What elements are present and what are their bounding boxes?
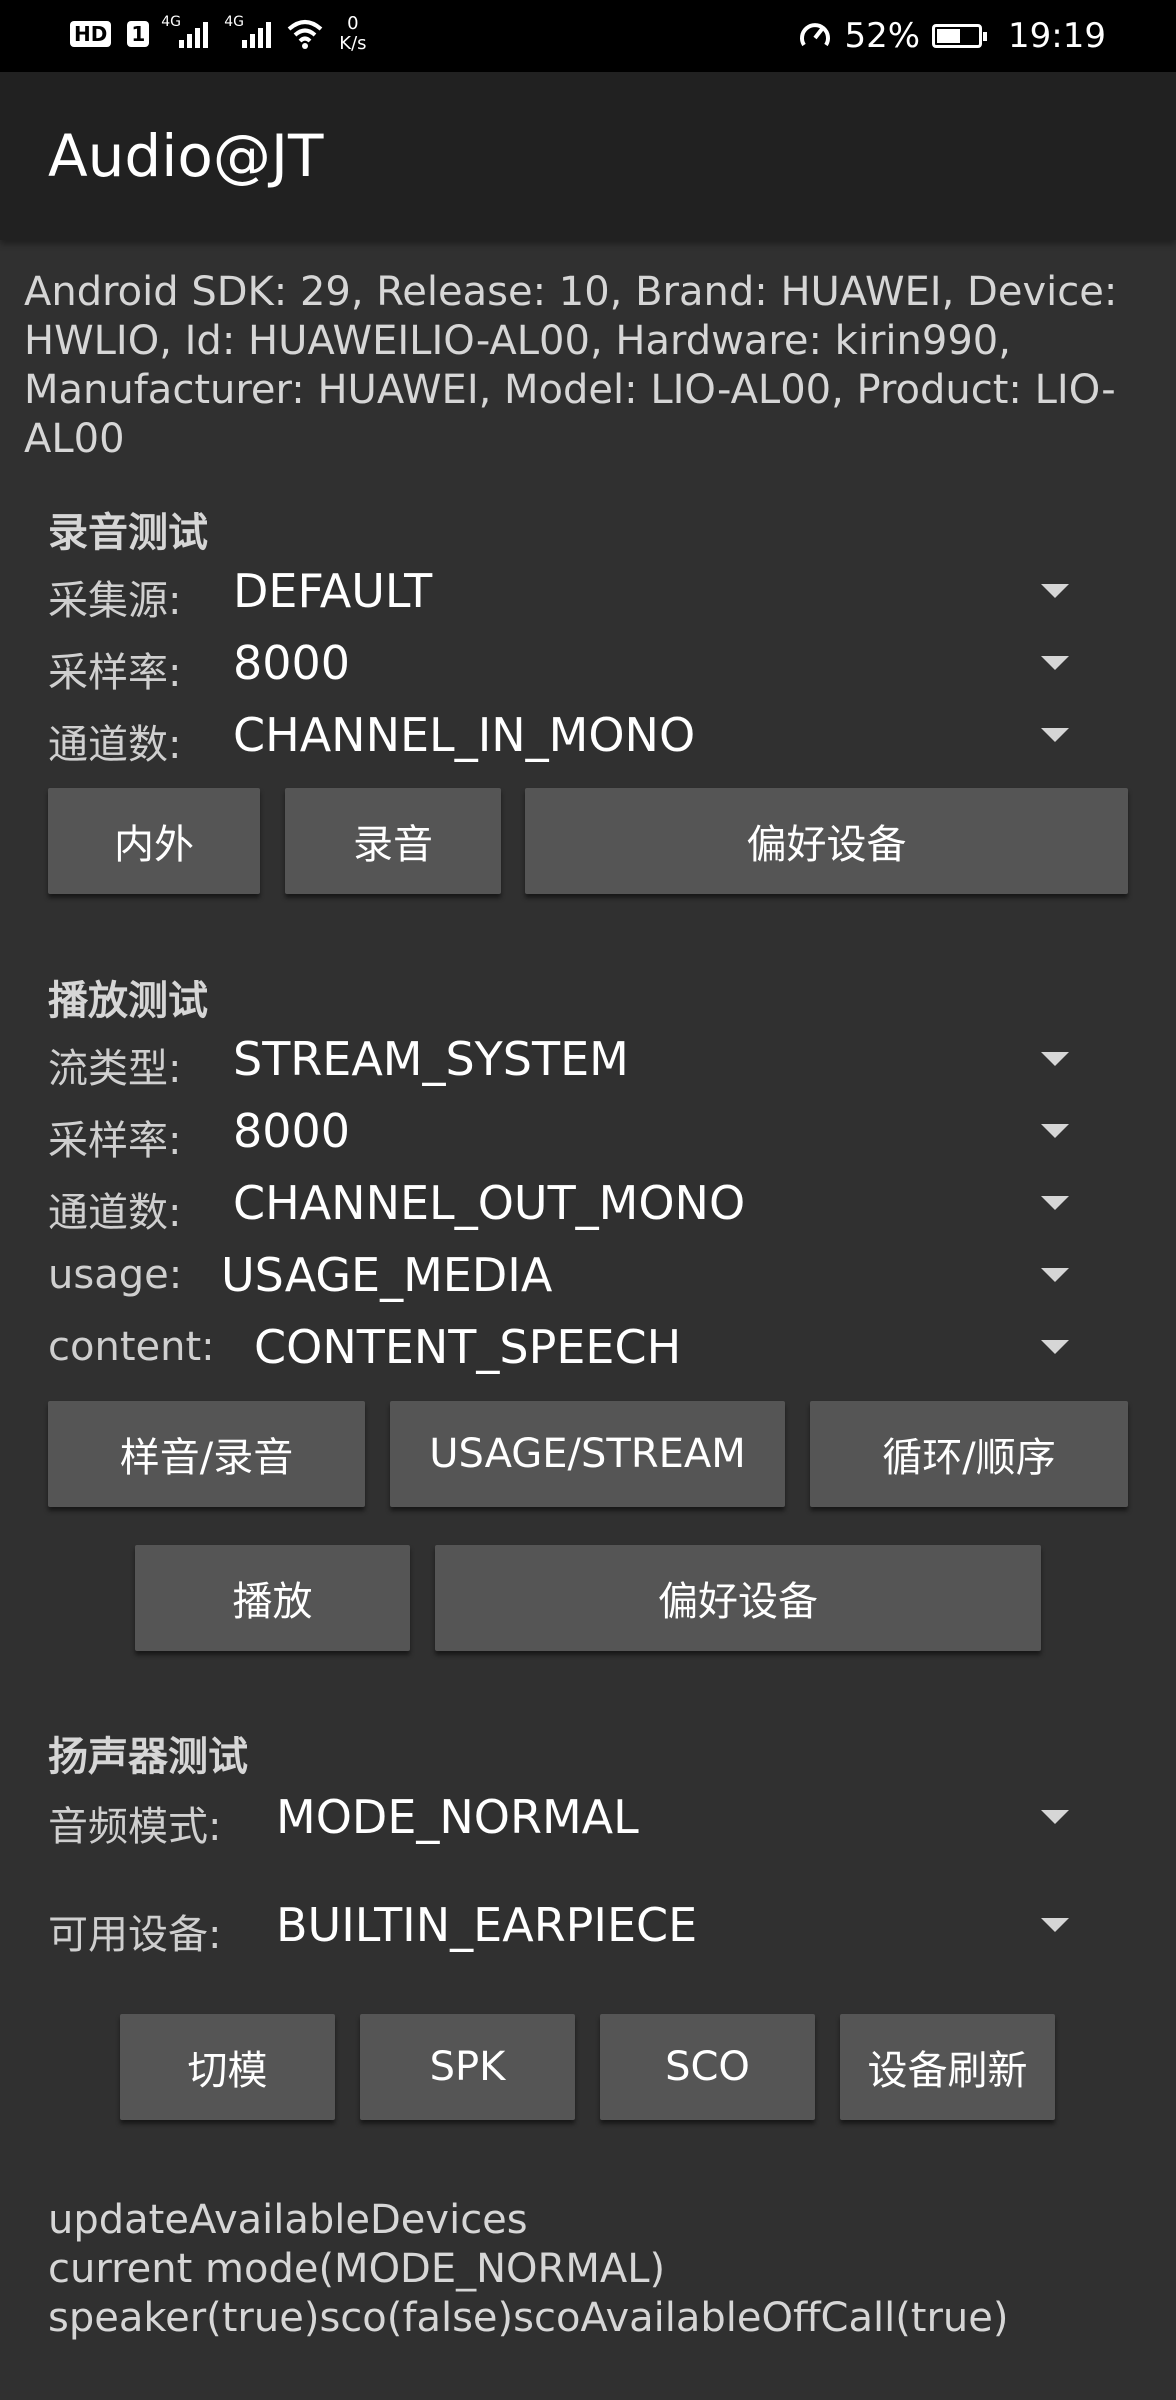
- dropdown-arrow-icon[interactable]: [1041, 1196, 1069, 1210]
- record-channel-label: 通道数:: [48, 722, 182, 768]
- sample-record-button[interactable]: 样音/录音: [48, 1401, 365, 1507]
- usage-label: usage:: [48, 1252, 183, 1298]
- dropdown-arrow-icon[interactable]: [1041, 1340, 1069, 1354]
- log-output: updateAvailableDevices current mode(MODE…: [48, 2196, 1009, 2343]
- record-samplerate-label: 采样率:: [48, 650, 182, 696]
- playback-samplerate-label: 采样率:: [48, 1118, 182, 1164]
- network-type-label: 4G: [161, 14, 182, 30]
- playback-channel-label: 通道数:: [48, 1190, 182, 1236]
- playback-channel-spinner[interactable]: 通道数: CHANNEL_OUT_MONO: [48, 1168, 1128, 1238]
- hd-icon: HD: [70, 21, 112, 47]
- sim-icon: 1: [127, 21, 150, 47]
- audio-mode-label: 音频模式:: [48, 1804, 222, 1850]
- usage-value[interactable]: USAGE_MEDIA: [221, 1248, 552, 1302]
- battery-charging-icon: [932, 24, 988, 48]
- content-spinner[interactable]: content: CONTENT_SPEECH: [48, 1312, 1128, 1382]
- app-title: Audio@JT: [48, 122, 324, 190]
- stream-type-spinner[interactable]: 流类型: STREAM_SYSTEM: [48, 1024, 1128, 1094]
- wifi-icon: [287, 20, 323, 49]
- log-line: speaker(true)sco(false)scoAvailableOffCa…: [48, 2295, 1009, 2341]
- record-samplerate-spinner[interactable]: 采样率: 8000: [48, 628, 1128, 698]
- battery-percent: 52%: [844, 16, 921, 56]
- record-source-spinner[interactable]: 采集源: DEFAULT: [48, 556, 1128, 626]
- usage-stream-button[interactable]: USAGE/STREAM: [390, 1401, 785, 1507]
- usage-spinner[interactable]: usage: USAGE_MEDIA: [48, 1240, 1128, 1310]
- network-speed: 0 K/s: [339, 14, 366, 54]
- network-speed-unit: K/s: [339, 33, 367, 54]
- app-bar: Audio@JT: [0, 72, 1176, 240]
- dropdown-arrow-icon[interactable]: [1041, 728, 1069, 742]
- dropdown-arrow-icon[interactable]: [1041, 1810, 1069, 1824]
- content-label: content:: [48, 1324, 215, 1370]
- status-left: HD 1 4G 4G 0 K/s: [70, 14, 367, 54]
- signal-icon: 4G: [161, 14, 209, 48]
- record-preferred-device-button[interactable]: 偏好设备: [525, 788, 1128, 894]
- stream-type-value[interactable]: STREAM_SYSTEM: [233, 1032, 629, 1086]
- loop-order-button[interactable]: 循环/顺序: [810, 1401, 1128, 1507]
- dropdown-arrow-icon[interactable]: [1041, 656, 1069, 670]
- speaker-section-title: 扬声器测试: [48, 1734, 248, 1780]
- speedometer-icon: [800, 23, 831, 47]
- dropdown-arrow-icon[interactable]: [1041, 1918, 1069, 1932]
- sco-button[interactable]: SCO: [600, 2014, 815, 2120]
- audio-mode-value[interactable]: MODE_NORMAL: [276, 1790, 639, 1844]
- dropdown-arrow-icon[interactable]: [1041, 1052, 1069, 1066]
- playback-section-title: 播放测试: [48, 978, 208, 1024]
- log-line: current mode(MODE_NORMAL): [48, 2246, 666, 2292]
- playback-preferred-device-button[interactable]: 偏好设备: [435, 1545, 1041, 1651]
- battery-level: [937, 29, 960, 43]
- playback-samplerate-value[interactable]: 8000: [233, 1104, 350, 1158]
- spk-button[interactable]: SPK: [360, 2014, 575, 2120]
- available-devices-label: 可用设备:: [48, 1912, 222, 1958]
- playback-channel-value[interactable]: CHANNEL_OUT_MONO: [233, 1176, 745, 1230]
- content-value[interactable]: CONTENT_SPEECH: [254, 1320, 681, 1374]
- record-channel-spinner[interactable]: 通道数: CHANNEL_IN_MONO: [48, 700, 1128, 770]
- record-source-label: 采集源:: [48, 578, 182, 624]
- play-button[interactable]: 播放: [135, 1545, 410, 1651]
- device-info-text: Android SDK: 29, Release: 10, Brand: HUA…: [24, 269, 1118, 462]
- dropdown-arrow-icon[interactable]: [1041, 1124, 1069, 1138]
- status-right: 52% 19:19: [798, 16, 1106, 56]
- available-devices-value[interactable]: BUILTIN_EARPIECE: [276, 1898, 697, 1952]
- record-section-title: 录音测试: [48, 510, 208, 556]
- dropdown-arrow-icon[interactable]: [1041, 1268, 1069, 1282]
- record-source-value[interactable]: DEFAULT: [233, 564, 432, 618]
- refresh-devices-button[interactable]: 设备刷新: [840, 2014, 1055, 2120]
- playback-samplerate-spinner[interactable]: 采样率: 8000: [48, 1096, 1128, 1166]
- stream-type-label: 流类型:: [48, 1046, 182, 1092]
- dropdown-arrow-icon[interactable]: [1041, 584, 1069, 598]
- log-line: updateAvailableDevices: [48, 2197, 528, 2243]
- clock: 19:19: [1008, 16, 1106, 56]
- network-type-label: 4G: [224, 14, 245, 30]
- status-bar: HD 1 4G 4G 0 K/s 52% 19:19: [0, 0, 1176, 72]
- record-samplerate-value[interactable]: 8000: [233, 636, 350, 690]
- inner-outer-button[interactable]: 内外: [48, 788, 260, 894]
- available-devices-spinner[interactable]: 可用设备: BUILTIN_EARPIECE: [48, 1890, 1128, 1960]
- record-channel-value[interactable]: CHANNEL_IN_MONO: [233, 708, 695, 762]
- record-button[interactable]: 录音: [285, 788, 501, 894]
- switch-mode-button[interactable]: 切模: [120, 2014, 335, 2120]
- audio-mode-spinner[interactable]: 音频模式: MODE_NORMAL: [48, 1782, 1128, 1852]
- network-speed-value: 0: [347, 13, 359, 34]
- signal-icon: 4G: [224, 14, 272, 48]
